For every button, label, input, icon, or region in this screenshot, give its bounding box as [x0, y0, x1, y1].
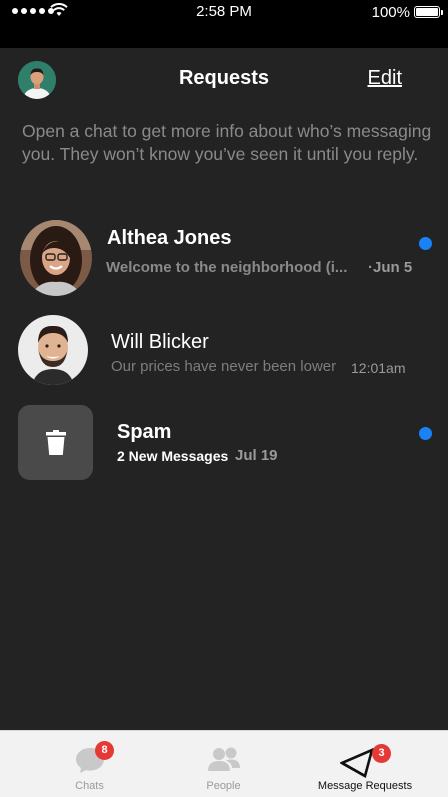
chats-badge: 8 — [95, 741, 114, 760]
spam-row[interactable]: Spam 2 New Messages Jul 19 — [0, 405, 448, 481]
request-name: Will Blicker — [111, 331, 209, 353]
spam-tile — [18, 405, 93, 480]
info-text: Open a chat to get more info about who’s… — [22, 121, 432, 164]
header: Requests Edit — [0, 48, 448, 112]
tab-message-requests[interactable]: 3 Message Requests — [290, 731, 440, 797]
tab-chats[interactable]: 8 Chats — [15, 731, 164, 797]
spam-date: Jul 19 — [235, 447, 278, 464]
request-name: Althea Jones — [107, 227, 232, 249]
request-date: 12:01am — [351, 360, 406, 376]
request-row-althea[interactable]: Althea Jones Welcome to the neighborhood… — [0, 220, 448, 298]
battery-icon — [414, 6, 443, 18]
tab-label: Chats — [75, 780, 104, 792]
tab-people[interactable]: People — [149, 731, 298, 797]
tab-label: Message Requests — [317, 780, 413, 792]
will-avatar — [18, 315, 88, 385]
status-bar: 2:58 PM 100% — [0, 0, 448, 48]
request-preview: Welcome to the neighborhood (i... — [106, 259, 348, 276]
request-date: ·Jun 5 — [368, 259, 413, 276]
unread-dot — [419, 237, 432, 250]
people-icon — [208, 747, 240, 771]
tab-label: People — [206, 780, 241, 792]
requests-badge: 3 — [372, 744, 391, 763]
battery-percent: 100% — [371, 4, 410, 21]
request-preview: Our prices have never been lower — [111, 358, 337, 375]
edit-button[interactable]: Edit — [368, 67, 402, 90]
request-row-will[interactable]: Will Blicker Our prices have never been … — [0, 314, 448, 386]
unread-dot — [419, 427, 432, 440]
spam-title: Spam — [117, 421, 172, 443]
althea-avatar — [20, 220, 92, 296]
spam-subtitle: 2 New Messages — [117, 448, 229, 464]
trash-icon — [45, 430, 66, 455]
tab-bar: 8 Chats People 3 Message Requests — [0, 730, 448, 797]
send-arrow-icon — [340, 748, 374, 778]
